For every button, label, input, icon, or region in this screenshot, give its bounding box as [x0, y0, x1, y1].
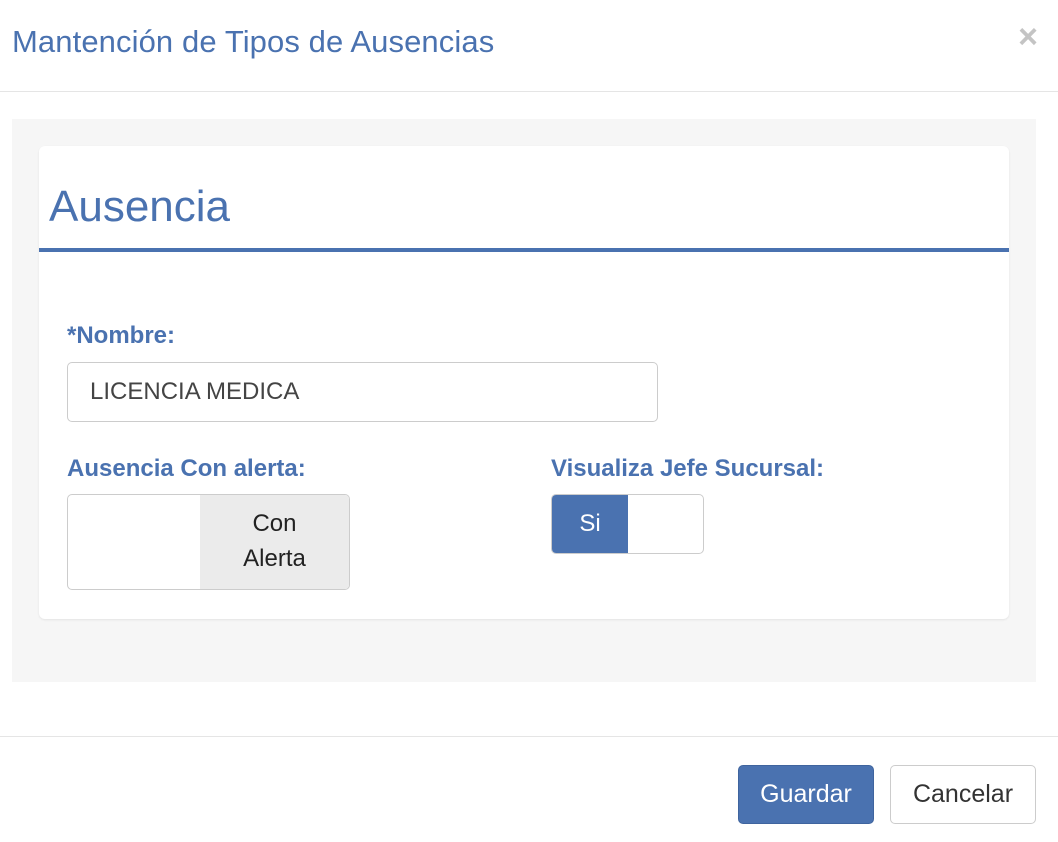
- close-icon[interactable]: ×: [1018, 20, 1038, 54]
- panel-divider: [39, 248, 1009, 252]
- jefe-label: Visualiza Jefe Sucursal:: [551, 455, 825, 482]
- nombre-label: *Nombre:: [67, 322, 176, 349]
- alerta-label: Ausencia Con alerta:: [67, 455, 306, 482]
- jefe-toggle-on-label: Si: [552, 495, 628, 553]
- nombre-input[interactable]: [67, 362, 658, 422]
- modal-footer: Guardar Cancelar: [0, 736, 1058, 842]
- modal-body: Ausencia *Nombre: Ausencia Con alerta: C…: [12, 119, 1036, 682]
- alerta-toggle-text-line2: Alerta: [243, 545, 306, 572]
- modal-title: Mantención de Tipos de Ausencias: [12, 24, 495, 59]
- ausencia-panel: Ausencia *Nombre: Ausencia Con alerta: C…: [39, 146, 1009, 619]
- alerta-toggle-off-label: Con Alerta: [200, 495, 349, 589]
- panel-title: Ausencia: [49, 182, 231, 231]
- alerta-toggle[interactable]: Con Alerta: [67, 494, 350, 590]
- save-button[interactable]: Guardar: [738, 765, 874, 824]
- cancel-button[interactable]: Cancelar: [890, 765, 1036, 824]
- modal-header: Mantención de Tipos de Ausencias ×: [0, 0, 1058, 92]
- alerta-toggle-text-line1: Con: [252, 510, 297, 538]
- jefe-toggle[interactable]: Si: [551, 494, 704, 554]
